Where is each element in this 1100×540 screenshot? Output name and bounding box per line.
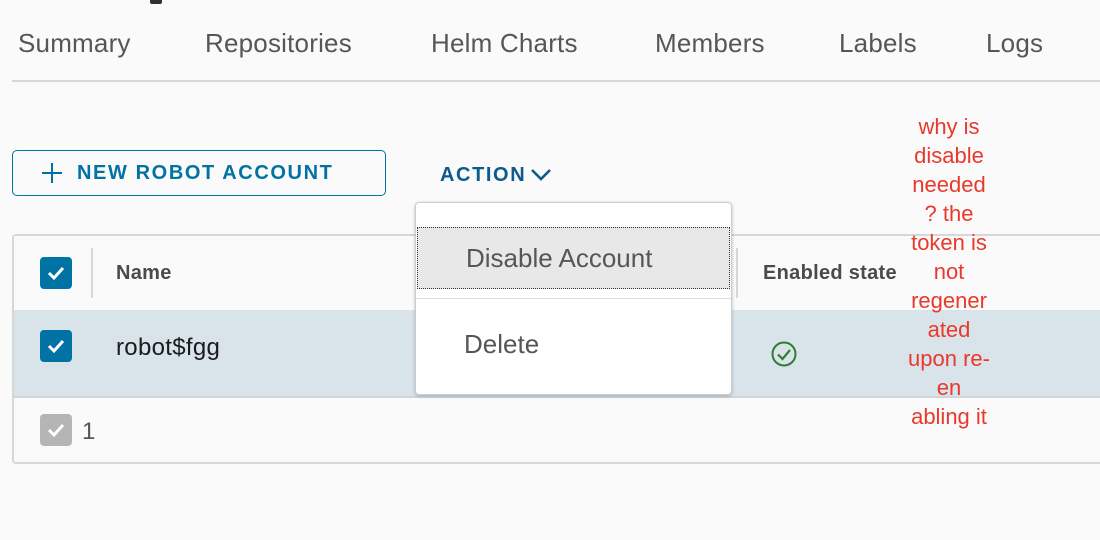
project-tabs: Summary Repositories Helm Charts Members… bbox=[12, 0, 1100, 82]
action-dropdown-menu: Disable Account Delete bbox=[415, 202, 732, 395]
footer-selection-checkbox bbox=[40, 414, 72, 446]
checkmark-icon bbox=[47, 423, 65, 438]
tab-labels[interactable]: Labels bbox=[839, 28, 917, 59]
check-circle-icon bbox=[771, 341, 797, 367]
chevron-down-icon bbox=[531, 169, 552, 181]
robot-name-cell: robot$fgg bbox=[116, 334, 221, 361]
action-label: ACTION bbox=[440, 163, 527, 186]
tab-logs[interactable]: Logs bbox=[986, 28, 1043, 59]
tab-summary[interactable]: Summary bbox=[18, 28, 131, 59]
plus-icon bbox=[42, 163, 62, 183]
new-robot-account-button[interactable]: NEW ROBOT ACCOUNT bbox=[12, 150, 386, 196]
select-all-checkbox[interactable] bbox=[40, 257, 72, 289]
tab-repositories[interactable]: Repositories bbox=[205, 28, 352, 59]
action-dropdown-button[interactable]: ACTION bbox=[440, 160, 552, 190]
column-separator[interactable] bbox=[91, 248, 93, 298]
checkmark-icon bbox=[47, 266, 65, 281]
selected-count: 1 bbox=[82, 418, 96, 445]
tab-helm-charts[interactable]: Helm Charts bbox=[431, 28, 578, 59]
annotation-note: why is disable needed ? the token is not… bbox=[908, 114, 990, 429]
new-robot-account-label: NEW ROBOT ACCOUNT bbox=[77, 161, 334, 184]
checkmark-icon bbox=[47, 339, 65, 354]
menu-item-disable-account[interactable]: Disable Account bbox=[417, 227, 730, 289]
menu-item-delete[interactable]: Delete bbox=[416, 313, 731, 375]
menu-divider bbox=[416, 298, 731, 299]
row-checkbox[interactable] bbox=[40, 330, 72, 362]
column-header-name[interactable]: Name bbox=[116, 262, 172, 285]
column-header-enabled-state[interactable]: Enabled state bbox=[763, 262, 897, 285]
tab-members[interactable]: Members bbox=[655, 28, 765, 59]
column-separator[interactable] bbox=[736, 248, 738, 298]
